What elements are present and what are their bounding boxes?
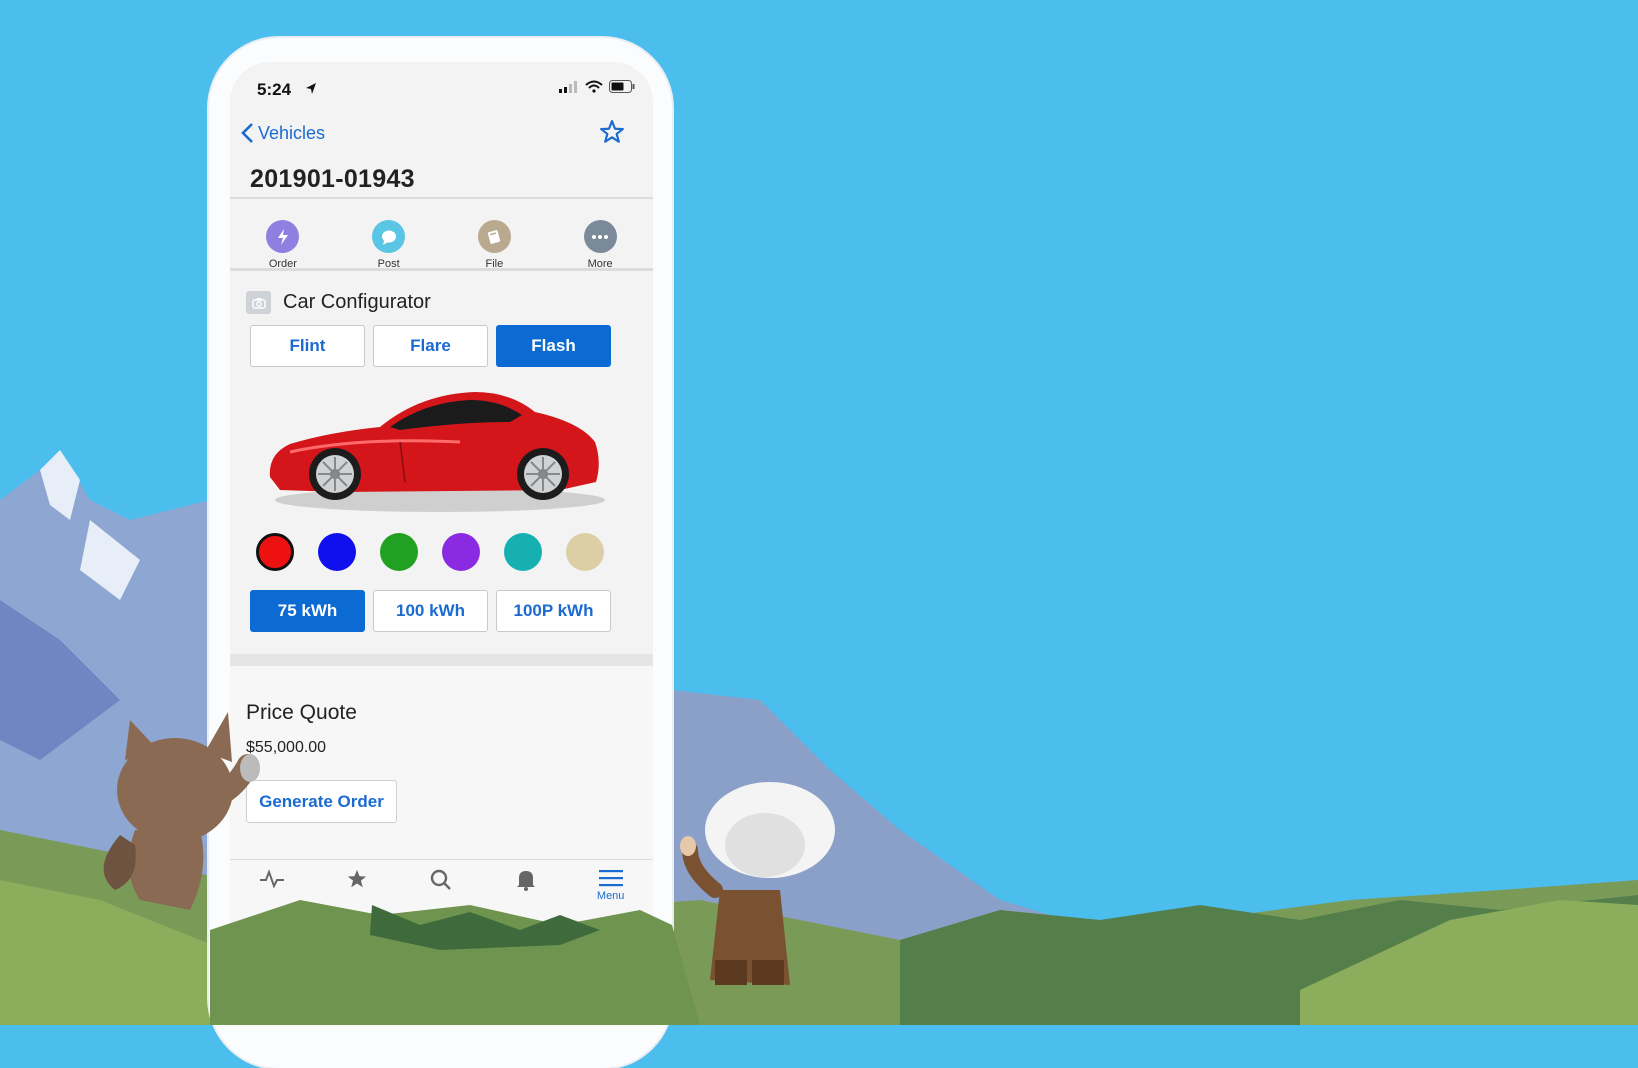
- price-quote-value: $55,000.00: [246, 739, 327, 756]
- model-selector: Flint Flare Flash: [250, 325, 611, 367]
- wifi-icon: [585, 80, 603, 93]
- price-quote-section: Price Quote $55,000.00 Generate Order: [230, 666, 653, 866]
- search-icon: [431, 869, 452, 890]
- bottom-tab-bar: Menu: [230, 859, 653, 920]
- tab-search[interactable]: [399, 860, 484, 920]
- status-icons: [559, 80, 635, 93]
- status-bar: 5:24: [230, 62, 653, 117]
- color-swatch-2[interactable]: [318, 533, 356, 571]
- battery-button-100p[interactable]: 100P kWh: [496, 590, 611, 632]
- tab-favorites[interactable]: [315, 860, 400, 920]
- section-separator: [230, 654, 653, 666]
- battery-icon: [609, 80, 635, 93]
- model-button-flare[interactable]: Flare: [373, 325, 488, 367]
- record-title: 201901-01943: [250, 165, 415, 193]
- configurator-header: Car Configurator: [246, 291, 431, 314]
- pulse-icon: [260, 869, 285, 889]
- header-divider: [230, 197, 653, 199]
- back-button[interactable]: Vehicles: [240, 122, 325, 144]
- lightning-icon: [266, 220, 300, 253]
- location-arrow-icon: [306, 83, 316, 94]
- star-icon: [347, 869, 367, 888]
- back-label: Vehicles: [258, 122, 326, 143]
- signal-icon: [559, 80, 577, 93]
- battery-button-100[interactable]: 100 kWh: [373, 590, 488, 632]
- model-button-flash[interactable]: Flash: [496, 325, 611, 367]
- generate-order-button[interactable]: Generate Order: [246, 780, 397, 823]
- camera-icon: [246, 291, 271, 314]
- color-swatch-4[interactable]: [442, 533, 480, 571]
- tab-menu-label: Menu: [596, 890, 625, 902]
- file-icon: [477, 220, 511, 253]
- color-swatches: [256, 533, 604, 571]
- tab-menu[interactable]: Menu: [568, 860, 653, 920]
- car-image: [269, 392, 605, 512]
- tab-activity[interactable]: [230, 860, 315, 920]
- color-swatch-5[interactable]: [504, 533, 542, 571]
- chat-bubble-icon: [372, 220, 406, 253]
- price-quote-title: Price Quote: [246, 701, 357, 724]
- bell-icon: [517, 871, 536, 891]
- model-button-flint[interactable]: Flint: [250, 325, 365, 367]
- chevron-left-icon: [241, 123, 253, 143]
- configurator-title: Car Configurator: [283, 291, 431, 313]
- status-time: 5:24: [257, 80, 292, 99]
- battery-selector: 75 kWh 100 kWh 100P kWh: [250, 590, 611, 632]
- tab-notifications[interactable]: [484, 860, 569, 920]
- more-dots-icon: [583, 220, 617, 253]
- battery-button-75[interactable]: 75 kWh: [250, 590, 365, 632]
- color-swatch-3[interactable]: [380, 533, 418, 571]
- favorite-star-icon[interactable]: [599, 119, 625, 145]
- color-swatch-6[interactable]: [566, 533, 604, 571]
- menu-hamburger-icon: [598, 870, 623, 887]
- actions-divider: [230, 268, 653, 271]
- color-swatch-1[interactable]: [256, 533, 294, 571]
- phone-screen: 5:24 Vehicles 201901-01943 Order Post Fi…: [230, 62, 653, 962]
